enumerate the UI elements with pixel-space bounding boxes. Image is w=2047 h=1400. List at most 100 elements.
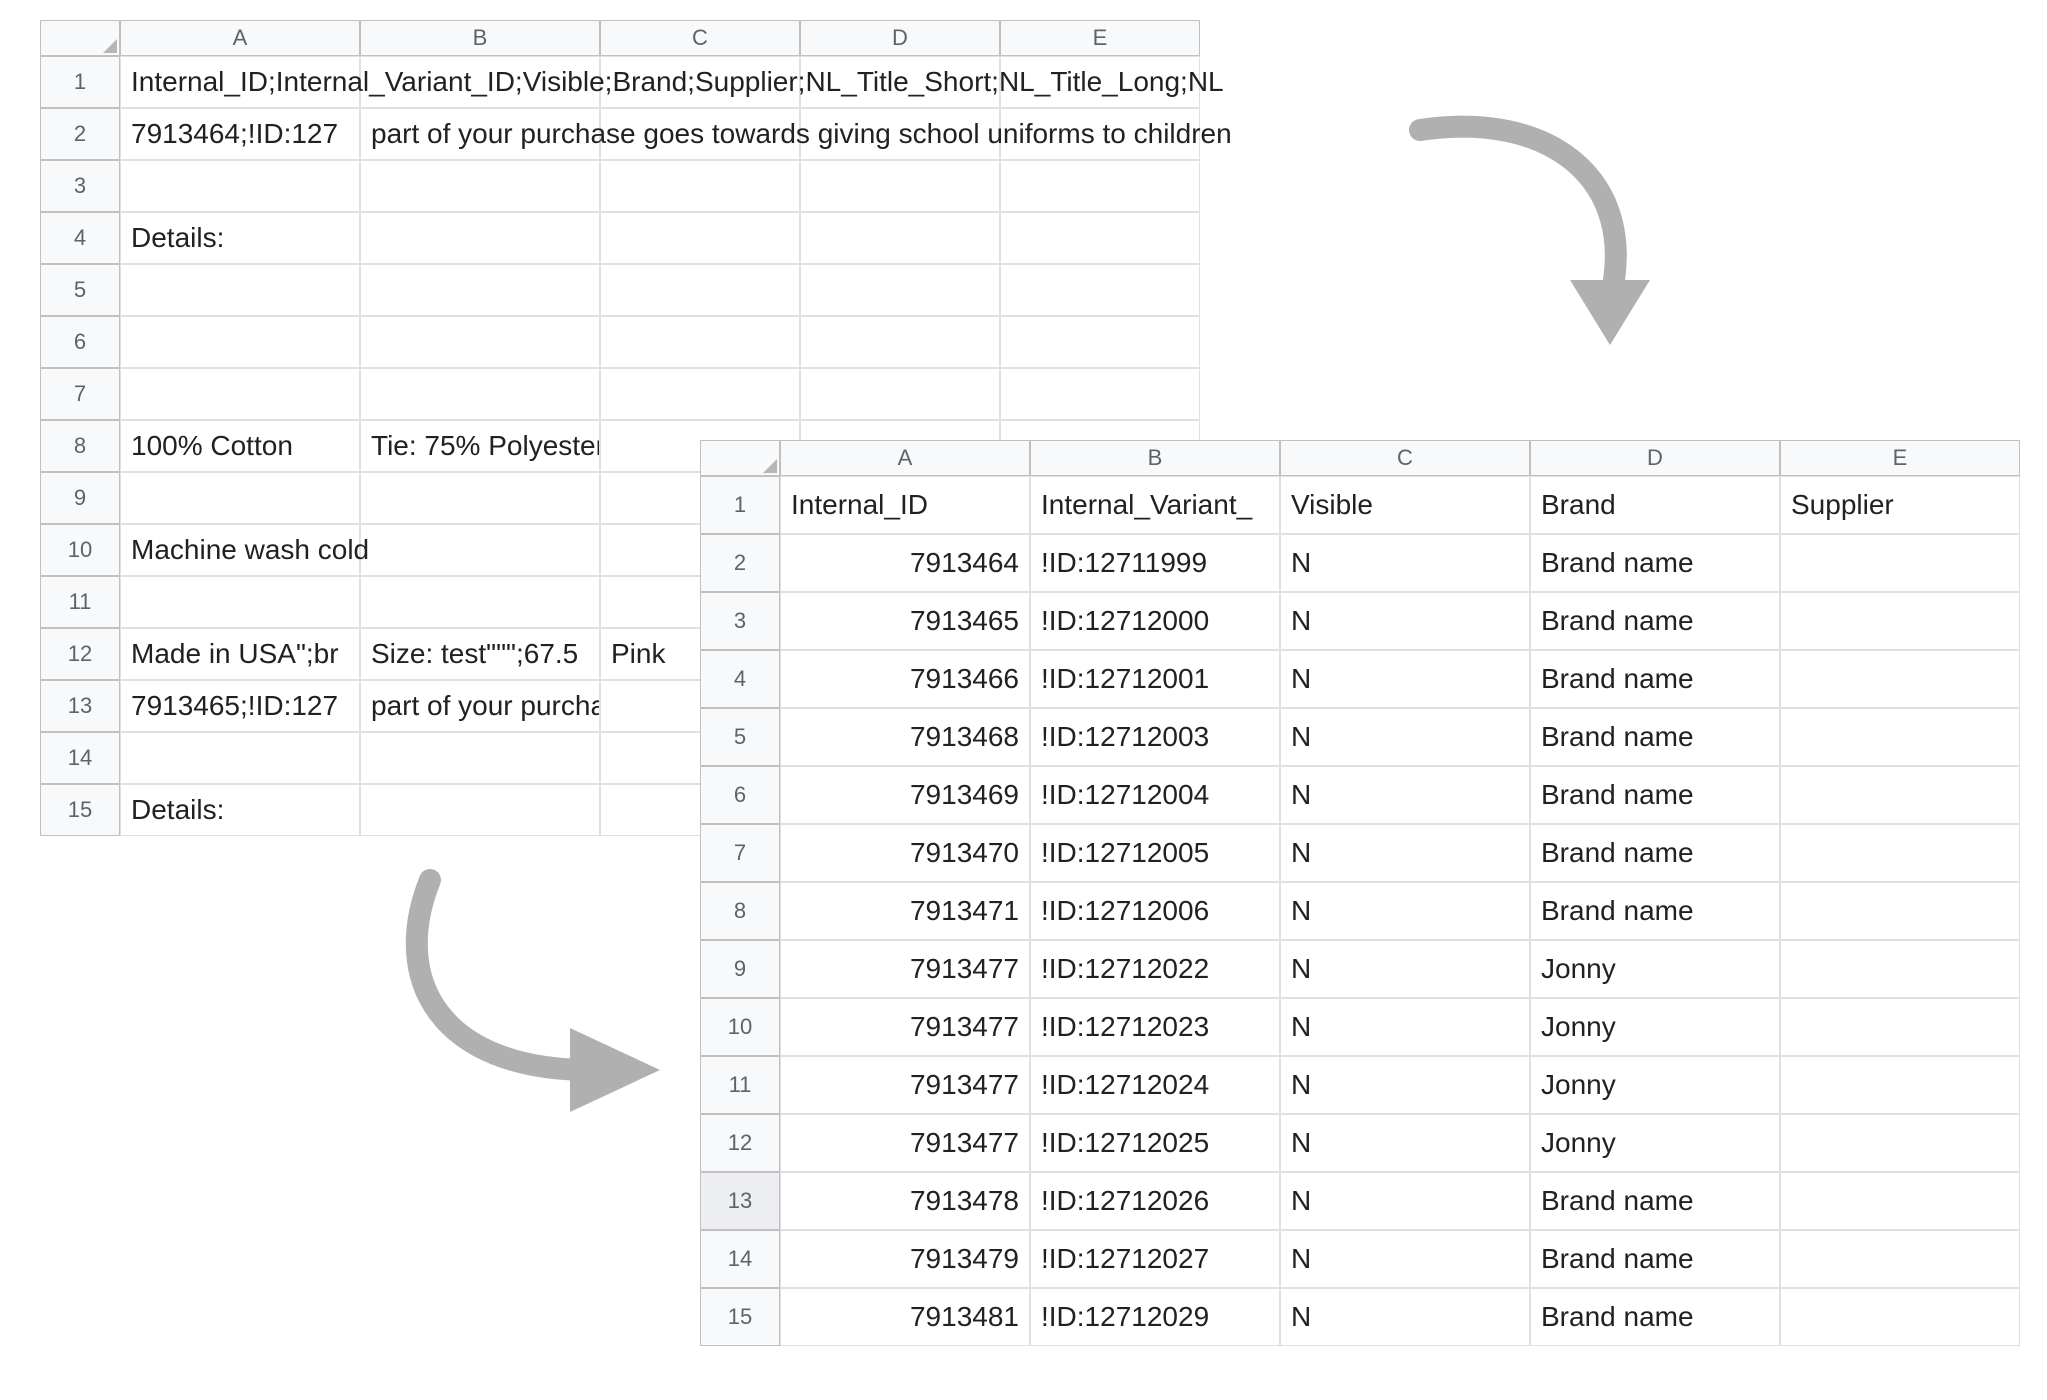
cell-A2[interactable]: 7913464: [780, 534, 1030, 592]
row-header[interactable]: 1: [40, 56, 120, 108]
row-header[interactable]: 6: [40, 316, 120, 368]
cell-C3[interactable]: N: [1280, 592, 1530, 650]
row-header[interactable]: 4: [40, 212, 120, 264]
column-header[interactable]: A: [780, 440, 1030, 476]
column-header[interactable]: A: [120, 20, 360, 56]
cell-B9[interactable]: [360, 472, 600, 524]
select-all-corner[interactable]: [700, 440, 780, 476]
cell-A11[interactable]: 7913477: [780, 1056, 1030, 1114]
cell-E4[interactable]: [1000, 212, 1200, 264]
cell-B7[interactable]: !ID:12712005: [1030, 824, 1280, 882]
row-header[interactable]: 9: [40, 472, 120, 524]
row-header[interactable]: 5: [40, 264, 120, 316]
cell-D12[interactable]: Jonny: [1530, 1114, 1780, 1172]
cell-B14[interactable]: [360, 732, 600, 784]
cell-D5[interactable]: [800, 264, 1000, 316]
cell-A6[interactable]: 7913469: [780, 766, 1030, 824]
cell-C3[interactable]: [600, 160, 800, 212]
cell-C6[interactable]: N: [1280, 766, 1530, 824]
cell-D7[interactable]: [800, 368, 1000, 420]
cell-D11[interactable]: Jonny: [1530, 1056, 1780, 1114]
cell-B14[interactable]: !ID:12712027: [1030, 1230, 1280, 1288]
cell-E8[interactable]: [1780, 882, 2020, 940]
row-header[interactable]: 13: [40, 680, 120, 732]
cell-D1[interactable]: Brand: [1530, 476, 1780, 534]
row-header[interactable]: 1: [700, 476, 780, 534]
cell-D6[interactable]: Brand name: [1530, 766, 1780, 824]
row-header[interactable]: 14: [40, 732, 120, 784]
cell-C13[interactable]: N: [1280, 1172, 1530, 1230]
column-header[interactable]: C: [1280, 440, 1530, 476]
cell-E4[interactable]: [1780, 650, 2020, 708]
cell-A1[interactable]: Internal_ID: [780, 476, 1030, 534]
cell-B1[interactable]: Internal_Variant_: [1030, 476, 1280, 534]
column-header[interactable]: D: [1530, 440, 1780, 476]
row-header[interactable]: 13: [700, 1172, 780, 1230]
cell-E9[interactable]: [1780, 940, 2020, 998]
cell-A5[interactable]: 7913468: [780, 708, 1030, 766]
row-header[interactable]: 7: [40, 368, 120, 420]
cell-B5[interactable]: [360, 264, 600, 316]
cell-C9[interactable]: N: [1280, 940, 1530, 998]
row-header[interactable]: 10: [40, 524, 120, 576]
cell-A6[interactable]: [120, 316, 360, 368]
row-header[interactable]: 8: [700, 882, 780, 940]
cell-B8[interactable]: !ID:12712006: [1030, 882, 1280, 940]
cell-E12[interactable]: [1780, 1114, 2020, 1172]
cell-E7[interactable]: [1000, 368, 1200, 420]
cell-B12[interactable]: Size: test""";67.5: [360, 628, 600, 680]
column-header[interactable]: B: [360, 20, 600, 56]
row-header[interactable]: 9: [700, 940, 780, 998]
cell-C2[interactable]: N: [1280, 534, 1530, 592]
cell-D13[interactable]: Brand name: [1530, 1172, 1780, 1230]
cell-C4[interactable]: [600, 212, 800, 264]
cell-E3[interactable]: [1000, 160, 1200, 212]
cell-E7[interactable]: [1780, 824, 2020, 882]
cell-B11[interactable]: !ID:12712024: [1030, 1056, 1280, 1114]
cell-C5[interactable]: N: [1280, 708, 1530, 766]
cell-E6[interactable]: [1780, 766, 2020, 824]
cell-B4[interactable]: !ID:12712001: [1030, 650, 1280, 708]
cell-A11[interactable]: [120, 576, 360, 628]
cell-B3[interactable]: [360, 160, 600, 212]
cell-A15[interactable]: 7913481: [780, 1288, 1030, 1346]
select-all-corner[interactable]: [40, 20, 120, 56]
cell-D4[interactable]: Brand name: [1530, 650, 1780, 708]
cell-E2[interactable]: [1780, 534, 2020, 592]
cell-A14[interactable]: [120, 732, 360, 784]
cell-B13[interactable]: !ID:12712026: [1030, 1172, 1280, 1230]
cell-E10[interactable]: [1780, 998, 2020, 1056]
cell-E3[interactable]: [1780, 592, 2020, 650]
cell-D2[interactable]: Brand name: [1530, 534, 1780, 592]
column-header[interactable]: E: [1000, 20, 1200, 56]
cell-D8[interactable]: Brand name: [1530, 882, 1780, 940]
cell-C14[interactable]: N: [1280, 1230, 1530, 1288]
row-header[interactable]: 11: [700, 1056, 780, 1114]
cell-C15[interactable]: N: [1280, 1288, 1530, 1346]
row-header[interactable]: 5: [700, 708, 780, 766]
cell-A8[interactable]: 7913471: [780, 882, 1030, 940]
cell-B6[interactable]: !ID:12712004: [1030, 766, 1280, 824]
cell-B7[interactable]: [360, 368, 600, 420]
row-header[interactable]: 6: [700, 766, 780, 824]
cell-A3[interactable]: [120, 160, 360, 212]
cell-A7[interactable]: [120, 368, 360, 420]
cell-B9[interactable]: !ID:12712022: [1030, 940, 1280, 998]
cell-A5[interactable]: [120, 264, 360, 316]
cell-C8[interactable]: N: [1280, 882, 1530, 940]
cell-A4[interactable]: 7913466: [780, 650, 1030, 708]
cell-C4[interactable]: N: [1280, 650, 1530, 708]
cell-B12[interactable]: !ID:12712025: [1030, 1114, 1280, 1172]
cell-E5[interactable]: [1000, 264, 1200, 316]
column-header[interactable]: B: [1030, 440, 1280, 476]
cell-B10[interactable]: !ID:12712023: [1030, 998, 1280, 1056]
cell-A1[interactable]: Internal_ID;Internal_Variant_ID;Visible;…: [120, 56, 360, 108]
cell-A3[interactable]: 7913465: [780, 592, 1030, 650]
cell-B13[interactable]: part of your purchase g: [360, 680, 600, 732]
cell-B2[interactable]: part of your purchase goes towards givin…: [360, 108, 600, 160]
cell-C6[interactable]: [600, 316, 800, 368]
cell-B15[interactable]: [360, 784, 600, 836]
cell-A13[interactable]: 7913478: [780, 1172, 1030, 1230]
spreadsheet-after[interactable]: ABCDE1Internal_IDInternal_Variant_Visibl…: [700, 440, 2020, 1346]
cell-A9[interactable]: [120, 472, 360, 524]
